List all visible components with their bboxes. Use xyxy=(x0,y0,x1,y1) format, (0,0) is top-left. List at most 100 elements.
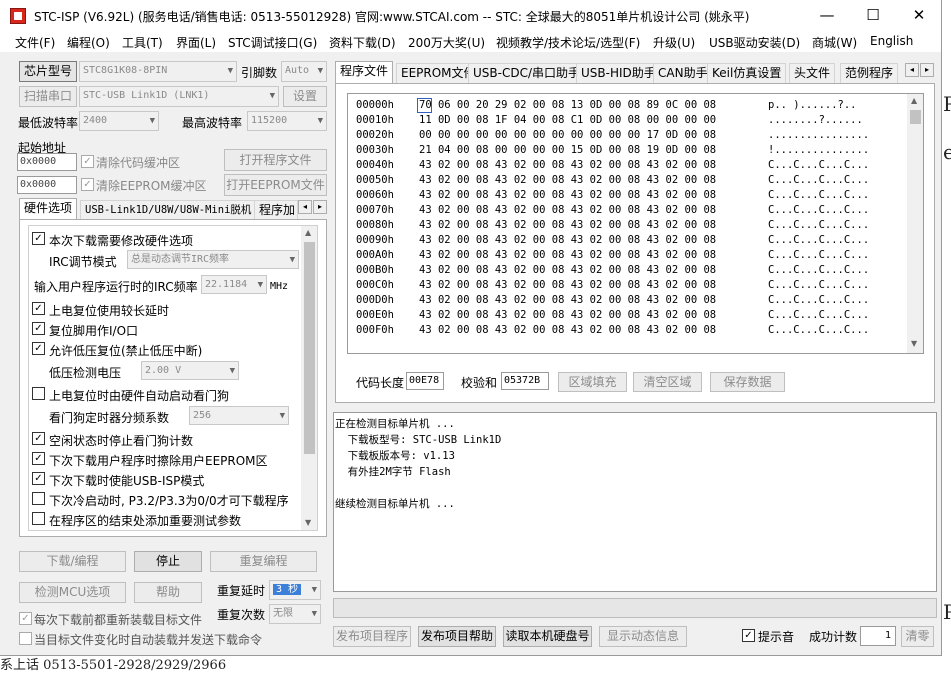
close-button[interactable]: ✕ xyxy=(896,0,941,32)
hex-bytes[interactable]: 43 02 00 08 43 02 00 08 43 02 00 08 43 0… xyxy=(419,278,716,293)
tab-usb-link-offline[interactable]: USB-Link1D/U8W/U8W-Mini脱机 xyxy=(80,200,257,220)
hex-ascii[interactable]: !............... xyxy=(768,143,869,158)
menu-upgrade[interactable]: 升级(U) xyxy=(653,34,695,51)
menu-video-forum[interactable]: 视频教学/技术论坛/选型(F) xyxy=(496,34,640,51)
tab-scroll-right-icon[interactable]: ▸ xyxy=(920,63,934,77)
hex-bytes[interactable]: 43 02 00 08 43 02 00 08 43 02 00 08 43 0… xyxy=(419,308,716,323)
log-output[interactable]: 正在检测目标单片机 ... 下载板型号: STC-USB Link1D 下载板版… xyxy=(333,412,937,592)
repeat-count-select[interactable]: 无限 ▼ xyxy=(269,604,321,624)
auto-reload-checkbox[interactable] xyxy=(19,632,32,645)
scroll-up-icon[interactable]: ▲ xyxy=(305,228,311,237)
detect-mcu-button[interactable]: 检测MCU选项 xyxy=(19,582,126,603)
tab-program-encrypt[interactable]: 程序加 xyxy=(254,200,298,220)
tab-scroll-left-icon[interactable]: ◂ xyxy=(298,200,312,214)
tab-example-programs[interactable]: 范例程序 xyxy=(840,63,899,83)
clear-count-button[interactable]: 清零 xyxy=(901,626,934,647)
idle-wdt-checkbox[interactable]: ✓ xyxy=(32,432,45,445)
hex-view[interactable]: 00000h 70 06 00 20 29 02 00 08 13 0D 00 0… xyxy=(347,93,924,354)
maximize-button[interactable]: ☐ xyxy=(850,0,896,32)
menu-file[interactable]: 文件(F) xyxy=(15,34,55,51)
hex-ascii[interactable]: p.. )......?.. xyxy=(768,98,857,113)
port-settings-button[interactable]: 设置 xyxy=(283,86,327,107)
code-start-address-input[interactable]: 0x0000 xyxy=(17,153,77,171)
repeat-delay-select[interactable]: 3 秒 ▼ xyxy=(269,580,321,600)
fill-area-button[interactable]: 区域填充 xyxy=(558,372,627,392)
repeat-program-button[interactable]: 重复编程 xyxy=(210,551,317,572)
menu-downloads[interactable]: 资料下载(D) xyxy=(329,34,396,51)
stop-button[interactable]: 停止 xyxy=(134,551,202,572)
hex-ascii[interactable]: C...C...C...C... xyxy=(768,188,869,203)
pin-count-select[interactable]: Auto ▼ xyxy=(281,61,327,82)
menu-debug-interface[interactable]: STC调试接口(G) xyxy=(228,34,317,51)
scroll-down-icon[interactable]: ▼ xyxy=(911,339,917,348)
hex-ascii[interactable]: C...C...C...C... xyxy=(768,203,869,218)
hex-ascii[interactable]: ........?...... xyxy=(768,113,863,128)
clear-code-checkbox[interactable]: ✓ xyxy=(81,155,94,168)
hex-ascii[interactable]: C...C...C...C... xyxy=(768,218,869,233)
hex-bytes[interactable]: 43 02 00 08 43 02 00 08 43 02 00 08 43 0… xyxy=(419,323,716,338)
tab-header-file[interactable]: 头文件 xyxy=(789,63,836,83)
hex-bytes[interactable]: 43 02 00 08 43 02 00 08 43 02 00 08 43 0… xyxy=(419,263,716,278)
scan-port-button[interactable]: 扫描串口 xyxy=(19,86,77,107)
menu-interface[interactable]: 界面(L) xyxy=(176,34,216,51)
beep-checkbox[interactable]: ✓ xyxy=(742,629,755,642)
cold-boot-checkbox[interactable] xyxy=(32,492,45,505)
tab-keil-simulation[interactable]: Keil仿真设置 xyxy=(707,63,787,83)
menu-program[interactable]: 编程(O) xyxy=(67,34,110,51)
hex-ascii[interactable]: ................ xyxy=(768,128,869,143)
hex-bytes[interactable]: 43 02 00 08 43 02 00 08 43 02 00 08 43 0… xyxy=(419,293,716,308)
tab-program-file[interactable]: 程序文件 xyxy=(335,61,394,83)
hex-ascii[interactable]: C...C...C...C... xyxy=(768,293,869,308)
help-button[interactable]: 帮助 xyxy=(134,582,202,603)
scroll-down-icon[interactable]: ▼ xyxy=(305,518,311,527)
chip-model-select[interactable]: STC8G1K08-8PIN ▼ xyxy=(79,61,237,82)
scrollbar-thumb[interactable] xyxy=(910,110,921,124)
port-select[interactable]: STC-USB Link1D (LNK1) ▼ xyxy=(79,86,279,107)
hex-bytes[interactable]: 43 02 00 08 43 02 00 08 43 02 00 08 43 0… xyxy=(419,188,716,203)
clear-eeprom-checkbox[interactable]: ✓ xyxy=(81,178,94,191)
hex-bytes[interactable]: 43 02 00 08 43 02 00 08 43 02 00 08 43 0… xyxy=(419,203,716,218)
hex-scrollbar[interactable]: ▲ ▼ xyxy=(907,94,923,353)
hex-ascii[interactable]: C...C...C...C... xyxy=(768,173,869,188)
lvd-select[interactable]: 2.00 V ▼ xyxy=(141,361,239,380)
save-data-button[interactable]: 保存数据 xyxy=(710,372,785,392)
hex-bytes[interactable]: 11 0D 00 08 1F 04 00 08 C1 0D 00 08 00 0… xyxy=(419,113,716,128)
open-eeprom-file-button[interactable]: 打开EEPROM文件 xyxy=(224,174,327,196)
wdt-div-select[interactable]: 256 ▼ xyxy=(189,406,289,425)
open-program-file-button[interactable]: 打开程序文件 xyxy=(224,149,327,171)
download-program-button[interactable]: 下载/编程 xyxy=(19,551,126,572)
publish-help-button[interactable]: 发布项目帮助 xyxy=(418,626,496,647)
low-voltage-reset-checkbox[interactable]: ✓ xyxy=(32,342,45,355)
menu-tools[interactable]: 工具(T) xyxy=(122,34,163,51)
test-param-checkbox[interactable] xyxy=(32,512,45,525)
chip-model-button[interactable]: 芯片型号 xyxy=(19,61,77,82)
tab-scroll-left-icon[interactable]: ◂ xyxy=(905,63,919,77)
tab-usb-cdc-serial[interactable]: USB-CDC/串口助手 xyxy=(468,63,586,83)
hex-ascii[interactable]: C...C...C...C... xyxy=(768,248,869,263)
hex-bytes[interactable]: 43 02 00 08 43 02 00 08 43 02 00 08 43 0… xyxy=(419,248,716,263)
hex-ascii[interactable]: C...C...C...C... xyxy=(768,308,869,323)
hex-ascii[interactable]: C...C...C...C... xyxy=(768,323,869,338)
hex-ascii[interactable]: C...C...C...C... xyxy=(768,263,869,278)
hex-bytes[interactable]: 43 02 00 08 43 02 00 08 43 02 00 08 43 0… xyxy=(419,158,716,173)
show-dynamic-info-button[interactable]: 显示动态信息 xyxy=(599,626,687,647)
poweron-delay-checkbox[interactable]: ✓ xyxy=(32,302,45,315)
tab-can-helper[interactable]: CAN助手 xyxy=(653,63,713,83)
hex-bytes[interactable]: 43 02 00 08 43 02 00 08 43 02 00 08 43 0… xyxy=(419,218,716,233)
hex-ascii[interactable]: C...C...C...C... xyxy=(768,278,869,293)
menu-usb-driver[interactable]: USB驱动安装(D) xyxy=(709,34,800,51)
hex-bytes[interactable]: 43 02 00 08 43 02 00 08 43 02 00 08 43 0… xyxy=(419,173,716,188)
min-baud-select[interactable]: 2400 ▼ xyxy=(79,111,159,131)
options-scrollbar[interactable]: ▲ ▼ xyxy=(301,226,317,530)
minimize-button[interactable]: — xyxy=(804,0,850,32)
hex-bytes[interactable]: 70 06 00 20 29 02 00 08 13 0D 00 08 89 0… xyxy=(419,98,716,113)
menu-english[interactable]: English xyxy=(870,34,913,48)
scrollbar-thumb[interactable] xyxy=(304,242,315,454)
tab-usb-hid[interactable]: USB-HID助手 xyxy=(576,63,661,83)
erase-eeprom-checkbox[interactable]: ✓ xyxy=(32,452,45,465)
irc-freq-select[interactable]: 22.1184 ▼ xyxy=(201,275,267,294)
hex-bytes[interactable]: 43 02 00 08 43 02 00 08 43 02 00 08 43 0… xyxy=(419,233,716,248)
menu-prize[interactable]: 200万大奖(U) xyxy=(408,34,485,51)
menu-mall[interactable]: 商城(W) xyxy=(812,34,857,51)
hex-ascii[interactable]: C...C...C...C... xyxy=(768,233,869,248)
